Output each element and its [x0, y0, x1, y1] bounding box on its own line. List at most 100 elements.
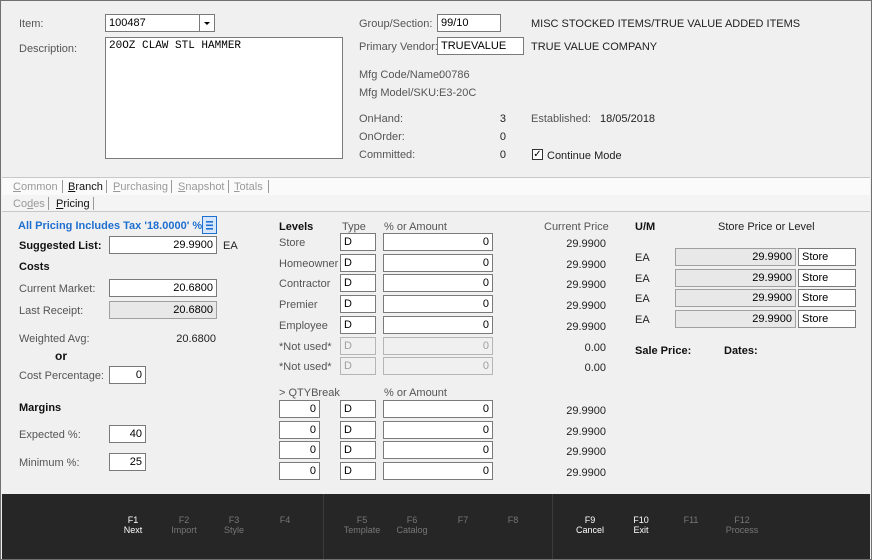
sale-price-label: Sale Price:	[635, 345, 692, 357]
level-amount-input[interactable]: 0	[383, 315, 493, 334]
expected-input[interactable]: 40	[109, 425, 146, 443]
function-key-f6[interactable]: F6 Catalog	[387, 515, 437, 535]
uom-code: EA	[635, 252, 650, 264]
qty-type-input[interactable]: D	[340, 400, 376, 418]
qty-amount-input[interactable]: 0	[383, 462, 493, 481]
level-name: *Not used*	[279, 340, 332, 353]
qty-break-input[interactable]: 0	[279, 462, 320, 481]
function-key-code: F7	[457, 515, 469, 525]
item-header-panel: Item: 100487 Description: 20OZ CLAW STL …	[2, 2, 870, 176]
function-key-f10[interactable]: F10 Exit	[616, 515, 666, 535]
function-key-code: F4	[279, 515, 291, 525]
current-market-input[interactable]: 20.6800	[109, 279, 217, 297]
level-amount-input[interactable]: 0	[383, 233, 493, 251]
tab-snapshot[interactable]: Snapshot	[178, 181, 225, 193]
qty-break-input[interactable]: 0	[279, 420, 320, 439]
function-key-f2[interactable]: F2 Import	[159, 515, 209, 535]
level-current-price: 29.9900	[566, 320, 606, 333]
function-key-label: Import	[171, 525, 197, 535]
function-key-f8[interactable]: F8	[488, 515, 538, 525]
onorder-value: 0	[499, 131, 506, 143]
level-name: Premier	[279, 299, 318, 312]
level-type-input[interactable]: D	[340, 315, 376, 334]
qty-current-price: 29.9900	[566, 405, 606, 417]
last-receipt-label: Last Receipt:	[19, 305, 84, 317]
tab-pricing[interactable]: Pricing	[56, 198, 90, 210]
item-dropdown-button[interactable]	[199, 14, 215, 32]
uom-level-input[interactable]: Store	[798, 248, 856, 266]
checkmark-icon: ✓	[533, 149, 542, 160]
store-price-header: Store Price or Level	[718, 221, 815, 233]
uom-code: EA	[635, 293, 650, 306]
item-input[interactable]: 100487	[105, 14, 201, 32]
tax-menu-button[interactable]	[202, 216, 217, 234]
level-type-input[interactable]: D	[340, 253, 376, 272]
level-amount-input[interactable]: 0	[383, 253, 493, 272]
qty-type-input[interactable]: D	[340, 420, 376, 439]
suggested-list-input[interactable]: 29.9900	[109, 236, 217, 254]
function-key-f9[interactable]: F9 Cancel	[565, 515, 615, 535]
main-tab-bar: Common Branch Purchasing Snapshot Totals	[2, 177, 870, 195]
description-textarea[interactable]: 20OZ CLAW STL HAMMER	[105, 37, 343, 159]
function-key-label: Template	[343, 525, 381, 535]
qty-amount-input[interactable]: 0	[383, 420, 493, 439]
level-type-input[interactable]: D	[340, 274, 376, 293]
function-key-f1[interactable]: F1 Next	[108, 515, 158, 535]
qty-break-header: > QTYBreak	[279, 387, 340, 399]
level-type-input[interactable]: D	[340, 233, 376, 251]
mfg-model-label: Mfg Model/SKU:	[359, 87, 440, 99]
tab-common[interactable]: Common	[13, 181, 58, 193]
function-key-f7[interactable]: F7	[438, 515, 488, 525]
function-key-f4[interactable]: F4	[260, 515, 310, 525]
primary-vendor-input[interactable]: TRUEVALUE	[437, 37, 524, 55]
cost-percentage-input[interactable]: 0	[109, 366, 146, 384]
level-current-price: 29.9900	[566, 258, 606, 271]
amount-header: % or Amount	[384, 221, 447, 233]
function-key-f11[interactable]: F11	[666, 515, 716, 525]
continue-mode-label: Continue Mode	[547, 150, 622, 162]
description-label: Description:	[19, 43, 78, 55]
function-key-f12[interactable]: F12 Process	[717, 515, 767, 535]
function-key-code: F10	[633, 515, 649, 525]
function-key-f3[interactable]: F3 Style	[209, 515, 259, 535]
function-key-code: F9	[584, 515, 596, 525]
qty-break-input[interactable]: 0	[279, 441, 320, 460]
uom-level-input[interactable]: Store	[798, 268, 856, 287]
level-amount-input: 0	[383, 357, 493, 376]
tab-totals[interactable]: Totals	[234, 181, 263, 193]
group-section-label: Group/Section:	[359, 18, 433, 30]
uom-price-field: 29.9900	[675, 268, 796, 287]
level-amount-input[interactable]: 0	[383, 274, 493, 293]
qty-amount-input[interactable]: 0	[383, 400, 493, 418]
sub-tab-bar: Codes Pricing	[2, 195, 870, 212]
function-key-label: Exit	[633, 525, 649, 535]
group-section-input[interactable]: 99/10	[437, 14, 501, 32]
qty-break-input[interactable]: 0	[279, 400, 320, 418]
tab-branch[interactable]: Branch	[68, 181, 103, 193]
uom-level-input[interactable]: Store	[798, 310, 856, 329]
uom-level-input[interactable]: Store	[798, 289, 856, 308]
level-name: Contractor	[279, 278, 331, 291]
qty-amount-input[interactable]: 0	[383, 441, 493, 460]
minimum-input[interactable]: 25	[109, 453, 146, 471]
uom-code: EA	[635, 314, 650, 327]
tab-codes[interactable]: Codes	[13, 198, 45, 210]
level-amount-input[interactable]: 0	[383, 295, 493, 314]
current-price-header: Current Price	[544, 221, 609, 233]
established-label: Established:	[531, 113, 591, 125]
level-current-price: 0.00	[584, 341, 606, 354]
onhand-label: OnHand:	[359, 113, 404, 125]
continue-mode-checkbox[interactable]: ✓	[532, 149, 543, 160]
qty-type-input[interactable]: D	[340, 462, 376, 481]
tab-purchasing[interactable]: Purchasing	[113, 181, 168, 193]
weighted-avg-label: Weighted Avg:	[19, 333, 90, 345]
um-header: U/M	[635, 221, 656, 233]
weighted-avg-value: 20.6800	[176, 333, 216, 345]
function-key-f5[interactable]: F5 Template	[337, 515, 387, 535]
level-name: Homeowner	[279, 257, 339, 270]
function-key-label: Next	[123, 525, 143, 535]
function-key-code: F6	[406, 515, 418, 525]
qty-type-input[interactable]: D	[340, 441, 376, 460]
level-type-input[interactable]: D	[340, 295, 376, 314]
menu-icon	[206, 221, 213, 230]
